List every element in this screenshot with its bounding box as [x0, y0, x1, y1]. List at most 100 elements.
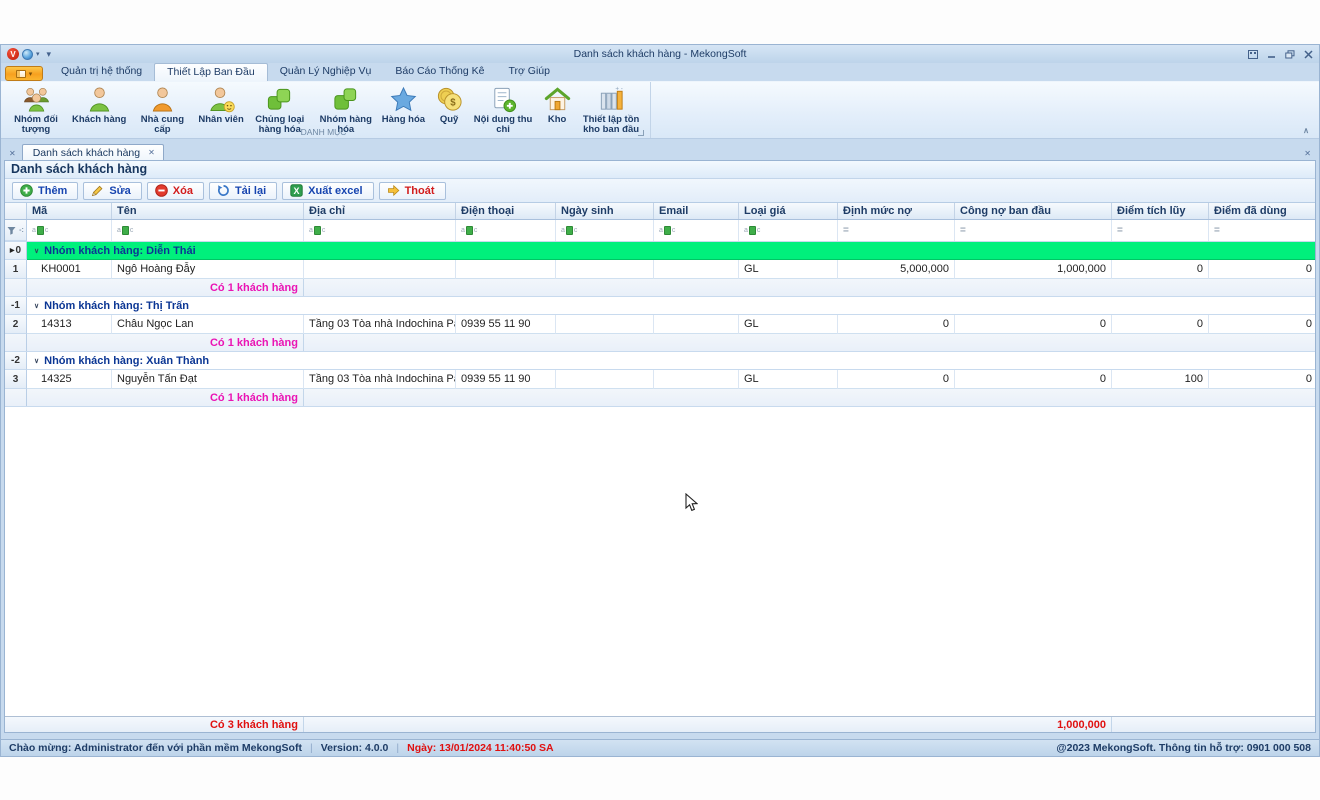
filter-cell-congno[interactable]: = — [955, 220, 1112, 241]
restore-button[interactable] — [1285, 50, 1295, 59]
tab-close-icon[interactable]: ✕ — [148, 148, 155, 157]
doc-tab-customer-list[interactable]: Danh sách khách hàng ✕ — [22, 144, 164, 160]
filter-cell-tichluy[interactable]: = — [1112, 220, 1209, 241]
group-collapse-icon[interactable]: ∨ — [34, 357, 39, 365]
group-collapse-icon[interactable]: ∨ — [34, 302, 39, 310]
cell-dienthoai[interactable]: 0939 55 11 90 — [456, 370, 556, 389]
group-row-cell[interactable]: ∨Nhóm khách hàng: Diễn Thái — [27, 242, 1315, 260]
grid-empty-area[interactable] — [5, 407, 1315, 716]
filter-cell-ma[interactable]: ac — [27, 220, 112, 241]
column-header-tichluy[interactable]: Điểm tích lũy — [1112, 203, 1209, 219]
cell-email[interactable] — [654, 315, 739, 334]
cell-loaigia[interactable]: GL — [739, 260, 838, 279]
cell-dadung[interactable]: 0 — [1209, 260, 1315, 279]
ribbon-tab-5[interactable]: Trợ Giúp — [496, 63, 562, 81]
cell-dinhmucno[interactable]: 0 — [838, 370, 955, 389]
filter-cell-ten[interactable]: ac — [112, 220, 304, 241]
ribbon-tab-3[interactable]: Quản Lý Nghiệp Vụ — [268, 63, 384, 81]
cell-dadung[interactable]: 0 — [1209, 370, 1315, 389]
data-row[interactable]: 1KH0001Ngô Hoàng ĐẫyGL5,000,0001,000,000… — [5, 260, 1315, 279]
group-row-3[interactable]: -2∨Nhóm khách hàng: Xuân Thành — [5, 352, 1315, 370]
ribbon-tab-4[interactable]: Báo Cáo Thống Kê — [383, 63, 496, 81]
app-menu-button[interactable]: ▾ — [5, 66, 43, 81]
column-header-ten[interactable]: Tên — [112, 203, 304, 219]
cell-congno[interactable]: 1,000,000 — [955, 260, 1112, 279]
cell-congno[interactable]: 0 — [955, 370, 1112, 389]
column-header-dienthoai[interactable]: Điện thoại — [456, 203, 556, 219]
cell-diachi[interactable] — [304, 260, 456, 279]
cell-ma[interactable]: 14325 — [36, 370, 112, 389]
cell-email[interactable] — [654, 260, 739, 279]
group-row-2[interactable]: -1∨Nhóm khách hàng: Thị Trấn — [5, 297, 1315, 315]
cell-ma[interactable]: KH0001 — [36, 260, 112, 279]
filter-cell-loaigia[interactable]: ac — [739, 220, 838, 241]
qat-customize-icon[interactable]: ▾ — [47, 49, 51, 60]
ribbon-collapse-icon[interactable]: ∧ — [1303, 126, 1309, 135]
quick-access-orb-icon[interactable] — [22, 49, 33, 60]
ribbon-tab-2[interactable]: Thiết Lập Ban Đầu — [154, 63, 268, 81]
column-header-email[interactable]: Email — [654, 203, 739, 219]
column-header-ma[interactable]: Mã — [27, 203, 112, 219]
filter-cell-dinhmucno[interactable]: = — [838, 220, 955, 241]
cell-dienthoai[interactable] — [456, 260, 556, 279]
stock-init-icon: + - — [597, 84, 626, 114]
delete-button[interactable]: Xóa — [147, 182, 204, 200]
close-button[interactable] — [1304, 50, 1313, 59]
column-header-diachi[interactable]: Địa chỉ — [304, 203, 456, 219]
toolbar-button-label: Xuất excel — [308, 185, 362, 197]
cell-ngaysinh[interactable] — [556, 260, 654, 279]
cell-tichluy[interactable]: 100 — [1112, 370, 1209, 389]
edit-button[interactable]: Sửa — [83, 182, 141, 200]
cell-ten[interactable]: Nguyễn Tấn Đạt — [112, 370, 304, 389]
group-row-1[interactable]: ▶0∨Nhóm khách hàng: Diễn Thái — [5, 242, 1315, 260]
minimize-button[interactable] — [1267, 50, 1276, 59]
cell-tichluy[interactable]: 0 — [1112, 315, 1209, 334]
tabstrip-close-right-icon[interactable]: ✕ — [1304, 149, 1311, 158]
cell-diachi[interactable]: Tầng 03 Tòa nhà Indochina Park ... — [304, 315, 456, 334]
ribbon-tab-bar: ▾ Quản trị hệ thốngThiết Lập Ban ĐầuQuản… — [1, 63, 1319, 81]
column-header-dadung[interactable]: Điểm đã dùng — [1209, 203, 1315, 219]
cell-loaigia[interactable]: GL — [739, 370, 838, 389]
filter-cell-dadung[interactable]: = — [1209, 220, 1315, 241]
data-row[interactable]: 314325Nguyễn Tấn ĐạtTầng 03 Tòa nhà Indo… — [5, 370, 1315, 389]
cell-email[interactable] — [654, 370, 739, 389]
cell-dadung[interactable]: 0 — [1209, 315, 1315, 334]
cell-ten[interactable]: Châu Ngọc Lan — [112, 315, 304, 334]
cell-congno[interactable]: 0 — [955, 315, 1112, 334]
cell-dinhmucno[interactable]: 0 — [838, 315, 955, 334]
cell-tichluy[interactable]: 0 — [1112, 260, 1209, 279]
group-indent — [27, 315, 36, 334]
group-row-cell[interactable]: ∨Nhóm khách hàng: Thị Trấn — [27, 297, 1315, 315]
filter-cell-email[interactable]: ac — [654, 220, 739, 241]
cell-diachi[interactable]: Tầng 03 Tòa nhà Indochina Park ... — [304, 370, 456, 389]
exit-button[interactable]: Thoát — [379, 182, 446, 200]
dialog-launcher-icon[interactable] — [638, 130, 644, 136]
cell-ma[interactable]: 14313 — [36, 315, 112, 334]
ribbon-tab-1[interactable]: Quản trị hệ thống — [49, 63, 154, 81]
add-button[interactable]: Thêm — [12, 182, 78, 200]
export-excel-button[interactable]: XXuất excel — [282, 182, 373, 200]
group-footer-filler — [304, 389, 1315, 406]
filter-cell-dienthoai[interactable]: ac — [456, 220, 556, 241]
filter-cell-diachi[interactable]: ac — [304, 220, 456, 241]
reload-button[interactable]: Tải lại — [209, 182, 277, 200]
column-header-dinhmucno[interactable]: Định mức nợ — [838, 203, 955, 219]
group-row-cell[interactable]: ∨Nhóm khách hàng: Xuân Thành — [27, 352, 1315, 370]
column-header-loaigia[interactable]: Loại giá — [739, 203, 838, 219]
cell-ngaysinh[interactable] — [556, 315, 654, 334]
group-collapse-icon[interactable]: ∨ — [34, 247, 39, 255]
filter-cell-ngaysinh[interactable]: ac — [556, 220, 654, 241]
tabstrip-close-left-icon[interactable]: ✕ — [7, 149, 22, 160]
cell-dienthoai[interactable]: 0939 55 11 90 — [456, 315, 556, 334]
column-header-congno[interactable]: Công nợ ban đầu — [955, 203, 1112, 219]
quick-access-caret-icon[interactable]: ▾ — [36, 50, 40, 58]
cell-ten[interactable]: Ngô Hoàng Đẫy — [112, 260, 304, 279]
summary-indicator — [5, 717, 27, 732]
display-options-icon[interactable] — [1248, 50, 1258, 59]
cell-dinhmucno[interactable]: 5,000,000 — [838, 260, 955, 279]
cell-loaigia[interactable]: GL — [739, 315, 838, 334]
cell-ngaysinh[interactable] — [556, 370, 654, 389]
data-row[interactable]: 214313Châu Ngọc LanTầng 03 Tòa nhà Indoc… — [5, 315, 1315, 334]
column-header-ngaysinh[interactable]: Ngày sinh — [556, 203, 654, 219]
customer-icon — [85, 84, 114, 114]
